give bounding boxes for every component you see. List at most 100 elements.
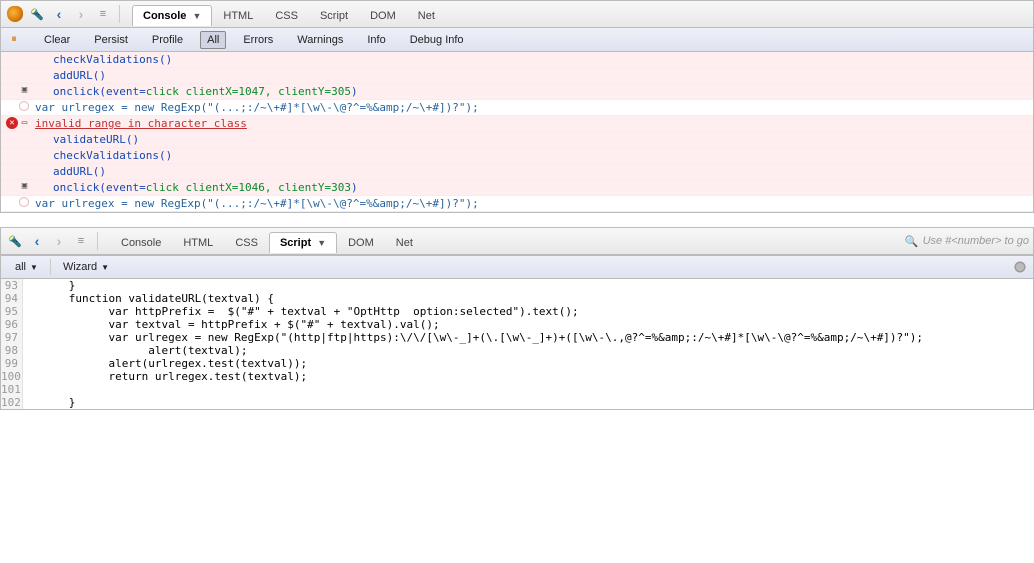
line-text: var textval = httpPrefix + $("#" + textv… xyxy=(23,318,440,331)
source-line: 102 } xyxy=(1,396,1033,409)
tab-net[interactable]: Net xyxy=(385,232,424,253)
filter-errors-button[interactable]: Errors xyxy=(236,31,280,49)
stack-icon[interactable]: ≡ xyxy=(93,4,113,24)
inspect-icon[interactable]: 🔦 xyxy=(27,4,47,24)
clear-button[interactable]: Clear xyxy=(37,31,77,49)
console-code: var urlregex = new RegExp("(...;:/~\+#]*… xyxy=(35,197,1029,210)
nav-back-icon[interactable]: ‹ xyxy=(27,231,47,251)
chevron-down-icon: ▼ xyxy=(192,11,201,21)
toolbar-separator xyxy=(50,259,51,275)
panel-tabs: Console ▼ HTML CSS Script DOM Net xyxy=(132,4,446,25)
stack-frame-link[interactable]: checkValidations() xyxy=(53,53,172,66)
script-type-dropdown[interactable]: all ▼ xyxy=(7,259,46,275)
filter-all-button[interactable]: All xyxy=(200,31,226,49)
console-line: checkValidations() xyxy=(1,148,1033,164)
line-number[interactable]: 102 xyxy=(1,396,23,409)
event-arg: click clientX=1046, clientY=303 xyxy=(146,181,351,194)
tab-dom[interactable]: DOM xyxy=(337,232,385,253)
search-box[interactable]: 🔍 Use #<number> to go xyxy=(905,235,1029,248)
stack-frame-link[interactable]: checkValidations() xyxy=(53,149,172,162)
dropdown-label: Wizard xyxy=(63,261,97,273)
options-gear-icon[interactable] xyxy=(1013,260,1027,274)
line-text: alert(textval); xyxy=(23,344,248,357)
log-marker-icon xyxy=(19,101,29,111)
tab-script-label: Script xyxy=(280,237,311,249)
source-line: 95 var httpPrefix = $("#" + textval + "O… xyxy=(1,305,1033,318)
source-line: 96 var textval = httpPrefix + $("#" + te… xyxy=(1,318,1033,331)
inspect-icon[interactable]: 🔦 xyxy=(5,231,25,251)
line-number[interactable]: 98 xyxy=(1,344,23,357)
line-number[interactable]: 101 xyxy=(1,383,23,396)
stack-frame-link[interactable]: onclick(event= xyxy=(53,181,146,194)
tab-dom[interactable]: DOM xyxy=(359,5,407,26)
tab-net[interactable]: Net xyxy=(407,5,446,26)
line-text: } xyxy=(23,279,75,292)
source-line: 97 var urlregex = new RegExp("(http|ftp|… xyxy=(1,331,1033,344)
tab-console[interactable]: Console ▼ xyxy=(132,5,212,26)
console-line: validateURL() xyxy=(1,132,1033,148)
console-line: addURL() xyxy=(1,68,1033,84)
tab-script[interactable]: Script ▼ xyxy=(269,232,337,253)
persist-button[interactable]: Persist xyxy=(87,31,135,49)
tab-html[interactable]: HTML xyxy=(172,232,224,253)
tab-console-label: Console xyxy=(143,10,186,22)
firebug-icon[interactable] xyxy=(5,4,25,24)
source-line: 98 alert(textval); xyxy=(1,344,1033,357)
console-line: addURL() xyxy=(1,164,1033,180)
tab-script[interactable]: Script xyxy=(309,5,359,26)
nav-back-icon[interactable]: ‹ xyxy=(49,4,69,24)
nav-forward-icon: › xyxy=(71,4,91,24)
line-text: return urlregex.test(textval); xyxy=(23,370,307,383)
tab-console[interactable]: Console xyxy=(110,232,172,253)
line-number[interactable]: 95 xyxy=(1,305,23,318)
filter-debug-button[interactable]: Debug Info xyxy=(403,31,471,49)
search-icon: 🔍 xyxy=(905,235,919,248)
expand-icon[interactable]: ▣ xyxy=(20,85,29,94)
filter-info-button[interactable]: Info xyxy=(360,31,392,49)
tab-css[interactable]: CSS xyxy=(224,232,269,253)
line-number[interactable]: 94 xyxy=(1,292,23,305)
stack-icon[interactable]: ≡ xyxy=(71,231,91,251)
break-icon[interactable]: ⏸ xyxy=(7,33,21,47)
line-number[interactable]: 93 xyxy=(1,279,23,292)
line-number[interactable]: 100 xyxy=(1,370,23,383)
chevron-down-icon: ▼ xyxy=(30,263,38,272)
source-line: 93 } xyxy=(1,279,1033,292)
tab-html[interactable]: HTML xyxy=(212,5,264,26)
expand-icon[interactable]: ▣ xyxy=(20,181,29,190)
console-code: var urlregex = new RegExp("(...;:/~\+#]*… xyxy=(35,101,1029,114)
source-line: 101 xyxy=(1,383,1033,396)
line-text: var httpPrefix = $("#" + textval + "OptH… xyxy=(23,305,579,318)
panel-tabs: Console HTML CSS Script ▼ DOM Net xyxy=(110,231,424,252)
stack-frame-close: ) xyxy=(351,85,358,98)
nav-forward-icon: › xyxy=(49,231,69,251)
source-line: 99 alert(urlregex.test(textval)); xyxy=(1,357,1033,370)
console-line: checkValidations() xyxy=(1,52,1033,68)
line-number[interactable]: 96 xyxy=(1,318,23,331)
console-error-line: ✕ ▭ invalid range in character class xyxy=(1,116,1033,132)
line-number[interactable]: 99 xyxy=(1,357,23,370)
filter-warnings-button[interactable]: Warnings xyxy=(290,31,350,49)
collapse-icon[interactable]: ▭ xyxy=(20,119,29,128)
chevron-down-icon: ▼ xyxy=(101,263,109,272)
line-number[interactable]: 97 xyxy=(1,331,23,344)
stack-frame-link[interactable]: addURL() xyxy=(53,165,106,178)
top-toolbar: 🔦 ‹ › ≡ Console ▼ HTML CSS Script DOM Ne… xyxy=(0,0,1034,28)
log-marker-icon xyxy=(19,197,29,207)
stack-frame-link[interactable]: addURL() xyxy=(53,69,106,82)
script-source: 93 }94 function validateURL(textval) {95… xyxy=(0,279,1034,410)
line-text: } xyxy=(23,396,75,409)
stack-frame-link[interactable]: validateURL() xyxy=(53,133,139,146)
console-subtoolbar: ⏸ Clear Persist Profile All Errors Warni… xyxy=(0,28,1034,52)
console-output: checkValidations() addURL() ▣ onclick(ev… xyxy=(0,52,1034,213)
chevron-down-icon: ▼ xyxy=(317,238,326,248)
profile-button[interactable]: Profile xyxy=(145,31,190,49)
script-file-dropdown[interactable]: Wizard ▼ xyxy=(55,259,117,275)
tab-css[interactable]: CSS xyxy=(264,5,309,26)
stack-frame-link[interactable]: onclick(event= xyxy=(53,85,146,98)
line-text: function validateURL(textval) { xyxy=(23,292,274,305)
console-line: var urlregex = new RegExp("(...;:/~\+#]*… xyxy=(1,196,1033,212)
script-subtoolbar: all ▼ Wizard ▼ xyxy=(0,255,1034,279)
firebug-top-panel: 🔦 ‹ › ≡ Console ▼ HTML CSS Script DOM Ne… xyxy=(0,0,1034,213)
error-message[interactable]: invalid range in character class xyxy=(35,117,247,130)
